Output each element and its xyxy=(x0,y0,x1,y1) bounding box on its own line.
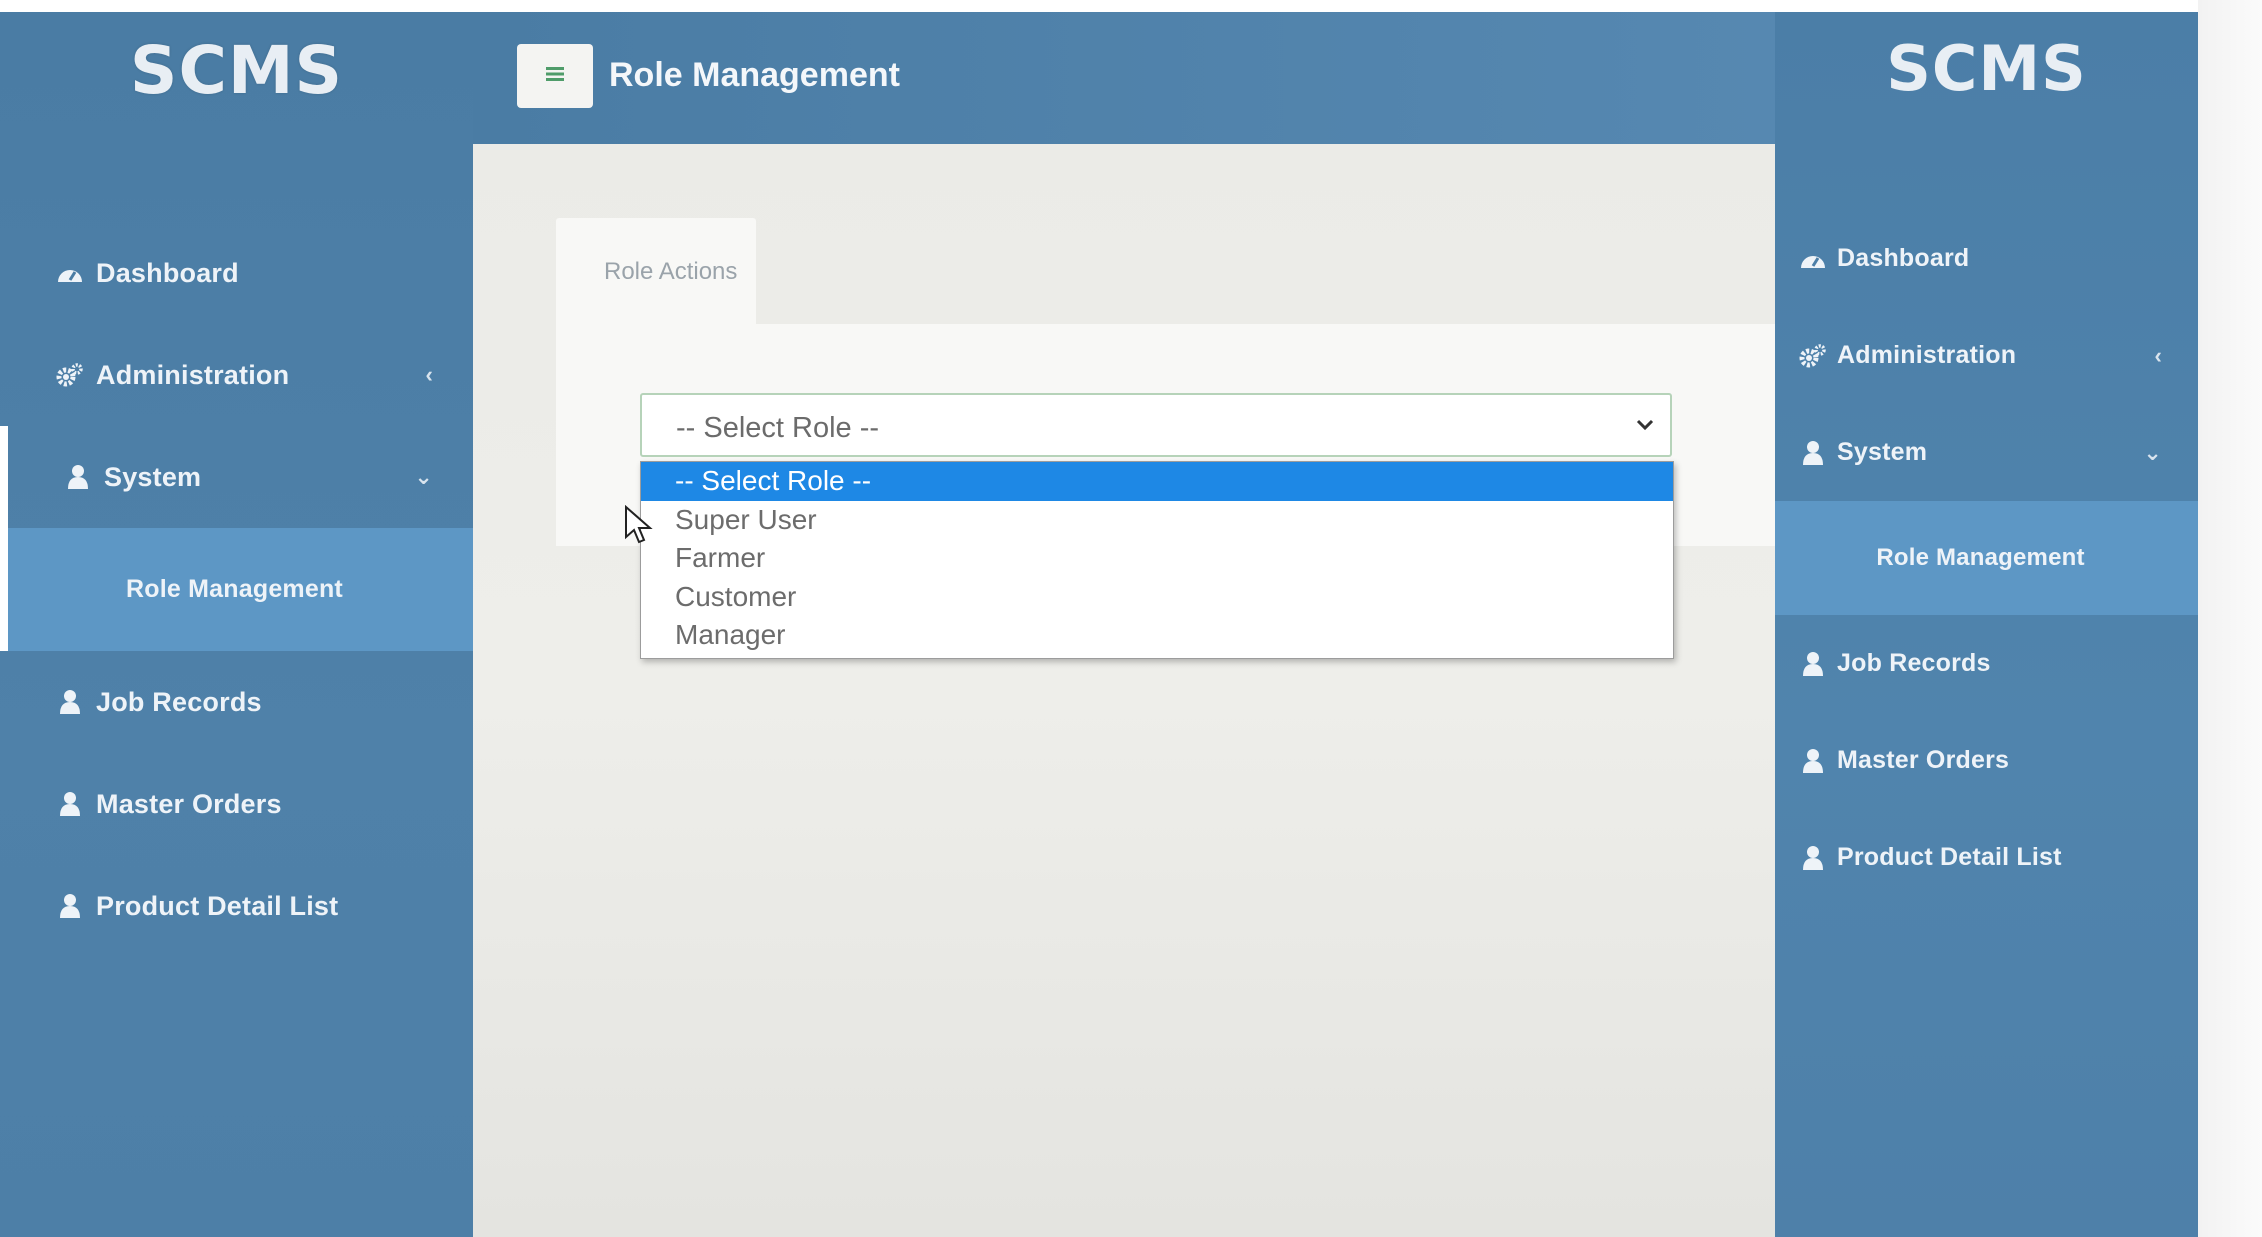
user-icon xyxy=(1799,747,1827,775)
sidebar-item-master-orders[interactable]: Master Orders xyxy=(0,753,473,855)
sidebar-item-label: Job Records xyxy=(96,686,262,717)
chevron-left-icon[interactable]: ‹ xyxy=(425,362,433,388)
role-select-value: -- Select Role -- xyxy=(676,412,880,444)
chevron-down-icon xyxy=(1634,413,1656,440)
role-select[interactable]: -- Select Role -- xyxy=(640,393,1672,457)
cogs-icon xyxy=(56,361,84,389)
page-title: Role Management xyxy=(609,56,900,94)
sidebar-item-label: Master Orders xyxy=(1837,746,2010,774)
user-icon xyxy=(56,688,84,716)
role-select-dropdown: -- Select Role -- Super User Farmer Cust… xyxy=(640,461,1674,659)
user-icon xyxy=(1799,844,1827,872)
sidebar-duplicate: SCMS Dashboard Administration ‹ System ⌄… xyxy=(1775,12,2198,1237)
role-option-manager[interactable]: Manager xyxy=(641,616,1673,655)
sidebar-item-dashboard[interactable]: Dashboard xyxy=(0,222,473,324)
user-icon xyxy=(1799,650,1827,678)
hamburger-menu-button[interactable] xyxy=(517,44,593,108)
user-icon xyxy=(1799,439,1827,467)
sidebar-item-job-records[interactable]: Job Records xyxy=(0,651,473,753)
sidebar-item-label: Dashboard xyxy=(1837,244,1970,272)
sidebar-item-product-detail-list[interactable]: Product Detail List xyxy=(0,855,473,957)
sidebar-item-administration[interactable]: Administration ‹ xyxy=(0,324,473,426)
sidebar-item-label: Job Records xyxy=(1837,649,1991,677)
sidebar-menu: Dashboard Administration ‹ System ⌄ Role… xyxy=(1775,210,2198,906)
app-logo[interactable]: SCMS xyxy=(1775,32,2198,105)
sidebar-item-job-records[interactable]: Job Records xyxy=(1775,615,2198,712)
sidebar-item-role-management[interactable]: Role Management xyxy=(1775,501,2198,615)
user-icon xyxy=(56,892,84,920)
role-option-super-user[interactable]: Super User xyxy=(641,501,1673,540)
sidebar-item-label: System xyxy=(1837,438,1928,466)
user-icon xyxy=(56,790,84,818)
chevron-down-icon[interactable]: ⌄ xyxy=(2143,440,2162,466)
sidebar-item-label: Master Orders xyxy=(96,788,282,819)
role-option-select-role[interactable]: -- Select Role -- xyxy=(641,462,1673,501)
sidebar-item-label: Product Detail List xyxy=(96,890,339,921)
chevron-left-icon[interactable]: ‹ xyxy=(2154,343,2162,369)
sidebar-item-product-detail-list[interactable]: Product Detail List xyxy=(1775,809,2198,906)
sidebar-item-label: Administration xyxy=(1837,341,2017,369)
tab-label: Role Actions xyxy=(604,258,738,285)
role-option-customer[interactable]: Customer xyxy=(641,578,1673,617)
dashboard-icon xyxy=(56,259,84,287)
sidebar-menu: Dashboard Administration ‹ System ⌄ Role… xyxy=(0,222,473,957)
cogs-icon xyxy=(1799,342,1827,370)
dashboard-icon xyxy=(1799,245,1827,273)
user-icon xyxy=(64,463,92,491)
sidebar-item-label: Role Management xyxy=(126,575,343,603)
main-content: Role Actions xyxy=(473,144,1775,1237)
sidebar-item-label: Dashboard xyxy=(96,257,239,288)
sidebar-item-dashboard[interactable]: Dashboard xyxy=(1775,210,2198,307)
sidebar-item-master-orders[interactable]: Master Orders xyxy=(1775,712,2198,809)
right-edge xyxy=(2198,0,2262,1237)
mouse-pointer-icon xyxy=(624,504,654,550)
app-logo[interactable]: SCMS xyxy=(0,32,473,109)
sidebar: SCMS Dashboard Administration ‹ System ⌄… xyxy=(0,12,473,1237)
sidebar-item-label: Administration xyxy=(96,359,290,390)
sidebar-item-role-management[interactable]: Role Management xyxy=(0,528,473,651)
top-edge xyxy=(0,0,1775,12)
sidebar-item-administration[interactable]: Administration ‹ xyxy=(1775,307,2198,404)
sidebar-item-label: Role Management xyxy=(1876,544,2085,571)
hamburger-icon xyxy=(546,66,564,86)
header-bar: Role Management xyxy=(473,12,1775,144)
chevron-down-icon[interactable]: ⌄ xyxy=(414,464,433,490)
tab-role-actions[interactable]: Role Actions xyxy=(556,218,756,324)
sidebar-item-label: Product Detail List xyxy=(1837,843,2062,871)
sidebar-item-system[interactable]: System ⌄ xyxy=(1775,404,2198,501)
sidebar-item-label: System xyxy=(104,461,202,492)
sidebar-item-system[interactable]: System ⌄ xyxy=(0,426,473,528)
role-option-farmer[interactable]: Farmer xyxy=(641,539,1673,578)
